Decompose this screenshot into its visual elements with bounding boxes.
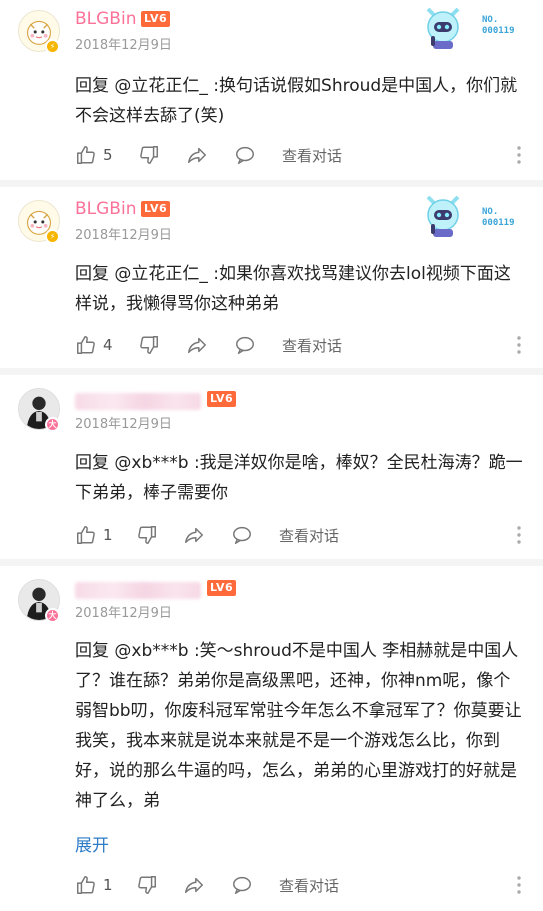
share-button[interactable] (186, 143, 208, 167)
more-vertical-icon[interactable] (517, 525, 521, 545)
verified-badge-icon: 大 (45, 417, 60, 432)
comment-button[interactable] (234, 333, 256, 357)
view-conversation-link[interactable]: 查看对话 (282, 143, 342, 167)
thumbs-up-icon (77, 876, 95, 894)
comment-icon (236, 336, 254, 354)
verified-badge-icon: 大 (45, 608, 60, 623)
like-count: 1 (103, 876, 113, 894)
fan-badge-number: NO. 000119 (482, 15, 515, 36)
thumbs-down-icon (140, 146, 158, 164)
comment-item: ⚡ BLGBin LV6 2018年12月9日 NO. 000119 回复 @立… (0, 187, 543, 368)
divider (0, 180, 543, 187)
like-count: 5 (103, 146, 113, 164)
dislike-button[interactable] (136, 523, 158, 547)
like-button[interactable]: 4 (75, 333, 113, 357)
share-button[interactable] (183, 523, 205, 547)
like-button[interactable]: 1 (75, 523, 113, 547)
expand-link[interactable]: 展开 (75, 834, 109, 858)
comment-icon (233, 876, 251, 894)
divider (0, 368, 543, 375)
level-badge: LV6 (141, 11, 171, 27)
dislike-button[interactable] (136, 873, 158, 897)
share-icon (185, 877, 203, 894)
comment-button[interactable] (231, 873, 253, 897)
level-badge: LV6 (207, 580, 237, 596)
more-vertical-icon[interactable] (517, 335, 521, 355)
comment-icon (236, 146, 254, 164)
fan-sticker: NO. 000119 (422, 3, 526, 55)
comment-item: 大 LV6 2018年12月9日 回复 @xb***b :我是洋奴你是啥，棒奴？… (0, 375, 543, 559)
comment-actions: 1 查看对话 (75, 873, 535, 897)
comment-text: 回复 @xb***b :我是洋奴你是啥，棒奴？全民杜海涛？跪一下弟弟，棒子需要你 (75, 453, 523, 503)
like-button[interactable]: 1 (75, 873, 113, 897)
more-vertical-icon[interactable] (517, 875, 521, 895)
username-blurred (75, 582, 201, 599)
share-icon (188, 147, 206, 164)
like-button[interactable]: 5 (75, 143, 113, 167)
share-icon (185, 527, 203, 544)
comment-actions: 4 查看对话 (75, 333, 535, 357)
like-count: 1 (103, 526, 113, 544)
level-badge: LV6 (141, 201, 171, 217)
comment-date: 2018年12月9日 (75, 417, 172, 432)
fan-sticker: NO. 000119 (422, 191, 526, 243)
more-vertical-icon[interactable] (517, 145, 521, 165)
share-icon (188, 337, 206, 354)
view-conversation-link[interactable]: 查看对话 (282, 333, 342, 357)
level-badge: LV6 (207, 391, 237, 407)
comment-item: 大 LV6 2018年12月9日 回复 @xb***b :笑～shroud不是中… (0, 566, 543, 911)
share-button[interactable] (183, 873, 205, 897)
comment-date: 2018年12月9日 (75, 228, 172, 243)
username-blurred (75, 393, 201, 410)
comment-actions: 1 查看对话 (75, 523, 535, 547)
comment-text: 回复 @立花正仁_ :换句话说假如Shroud是中国人，你们就不会这样去舔了(笑… (75, 76, 518, 126)
comment-text: 回复 @立花正仁_ :如果你喜欢找骂建议你去lol视频下面这样说，我懒得骂你这种… (75, 264, 511, 314)
divider (0, 559, 543, 566)
comment-date: 2018年12月9日 (75, 38, 172, 53)
comment-button[interactable] (231, 523, 253, 547)
verified-badge-icon: ⚡ (45, 39, 60, 54)
like-count: 4 (103, 336, 113, 354)
dislike-button[interactable] (138, 333, 160, 357)
comment-icon (233, 526, 251, 544)
thumbs-down-icon (138, 876, 156, 894)
view-conversation-link[interactable]: 查看对话 (279, 523, 339, 547)
dislike-button[interactable] (138, 143, 160, 167)
thumbs-down-icon (138, 526, 156, 544)
thumbs-up-icon (77, 146, 95, 164)
username[interactable]: BLGBin (75, 198, 136, 220)
thumbs-up-icon (77, 526, 95, 544)
comment-actions: 5 查看对话 (75, 143, 535, 167)
comment-date: 2018年12月9日 (75, 606, 172, 621)
fan-badge-number: NO. 000119 (482, 207, 515, 228)
comment-button[interactable] (234, 143, 256, 167)
view-conversation-link[interactable]: 查看对话 (279, 873, 339, 897)
thumbs-down-icon (140, 336, 158, 354)
verified-badge-icon: ⚡ (45, 229, 60, 244)
thumbs-up-icon (77, 336, 95, 354)
share-button[interactable] (186, 333, 208, 357)
comment-text: 回复 @xb***b :笑～shroud不是中国人 李相赫就是中国人了？谁在舔？… (75, 641, 522, 811)
comment-item: ⚡ BLGBin LV6 2018年12月9日 NO. 000119 回复 @立… (0, 0, 543, 180)
username[interactable]: BLGBin (75, 8, 136, 30)
